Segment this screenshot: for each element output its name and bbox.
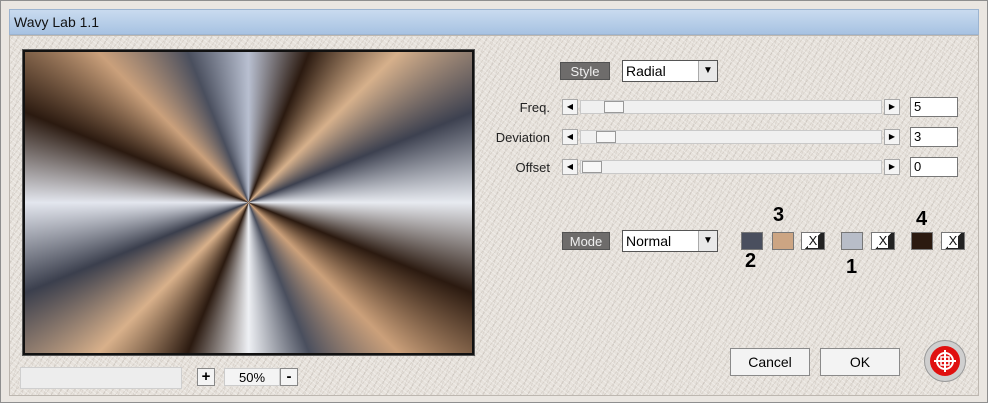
scroll-left-icon[interactable]: ◀ <box>562 159 578 175</box>
freq-track[interactable] <box>580 100 882 114</box>
zoom-out-button[interactable]: - <box>280 368 298 386</box>
scroll-right-icon[interactable]: ▶ <box>884 159 900 175</box>
chevron-down-icon[interactable]: ▼ <box>698 61 717 81</box>
style-select[interactable]: Radial ▼ <box>622 60 718 82</box>
deviation-thumb[interactable] <box>596 131 616 143</box>
chevron-down-icon[interactable]: ▼ <box>698 231 717 251</box>
annotation-4: 4 <box>916 208 928 230</box>
mode-value: Normal <box>626 233 672 249</box>
swap-colors-button[interactable]: X <box>941 232 965 250</box>
status-box <box>20 367 182 389</box>
deviation-input[interactable]: 3 <box>910 127 958 147</box>
color-swatch-4[interactable] <box>911 232 933 250</box>
zoom-level: 50% <box>224 368 280 386</box>
preview-frame <box>22 49 475 356</box>
offset-track[interactable] <box>580 160 882 174</box>
freq-thumb[interactable] <box>604 101 625 113</box>
cancel-button[interactable]: Cancel <box>730 348 810 376</box>
offset-thumb[interactable] <box>582 161 602 173</box>
style-label: Style <box>560 62 610 80</box>
color-swatch-2[interactable] <box>741 232 763 250</box>
style-value: Radial <box>626 63 666 79</box>
dialog-body: + 50% - Style Radial ▼ Freq. ◀ ▶ 5 Devia… <box>9 35 979 396</box>
deviation-slider[interactable]: ◀ ▶ <box>562 129 902 145</box>
scroll-right-icon[interactable]: ▶ <box>884 129 900 145</box>
scroll-left-icon[interactable]: ◀ <box>562 129 578 145</box>
offset-label: Offset <box>515 160 550 175</box>
zoom-in-button[interactable]: + <box>197 368 215 386</box>
annotation-2: 2 <box>745 250 757 272</box>
plugin-window: Wavy Lab 1.1 + 50% - Style Radial ▼ Freq… <box>0 0 988 403</box>
color-swatch-1[interactable] <box>841 232 863 250</box>
swap-colors-button[interactable]: X <box>871 232 895 250</box>
freq-slider[interactable]: ◀ ▶ <box>562 99 902 115</box>
deviation-track[interactable] <box>580 130 882 144</box>
plugin-logo[interactable] <box>924 340 966 382</box>
scroll-right-icon[interactable]: ▶ <box>884 99 900 115</box>
offset-slider[interactable]: ◀ ▶ <box>562 159 902 175</box>
annotation-1: 1 <box>846 256 858 278</box>
ok-button[interactable]: OK <box>820 348 900 376</box>
window-title: Wavy Lab 1.1 <box>14 14 100 30</box>
freq-input[interactable]: 5 <box>910 97 958 117</box>
preview-image <box>25 52 472 353</box>
mode-select[interactable]: Normal ▼ <box>622 230 718 252</box>
annotation-3: 3 <box>773 204 785 226</box>
deviation-label: Deviation <box>495 130 550 145</box>
logo-icon <box>930 346 960 376</box>
mode-label: Mode <box>562 232 610 250</box>
freq-label: Freq. <box>519 100 550 115</box>
scroll-left-icon[interactable]: ◀ <box>562 99 578 115</box>
offset-input[interactable]: 0 <box>910 157 958 177</box>
swap-colors-button[interactable]: X <box>801 232 825 250</box>
title-bar: Wavy Lab 1.1 <box>9 9 979 35</box>
color-swatch-3[interactable] <box>772 232 794 250</box>
